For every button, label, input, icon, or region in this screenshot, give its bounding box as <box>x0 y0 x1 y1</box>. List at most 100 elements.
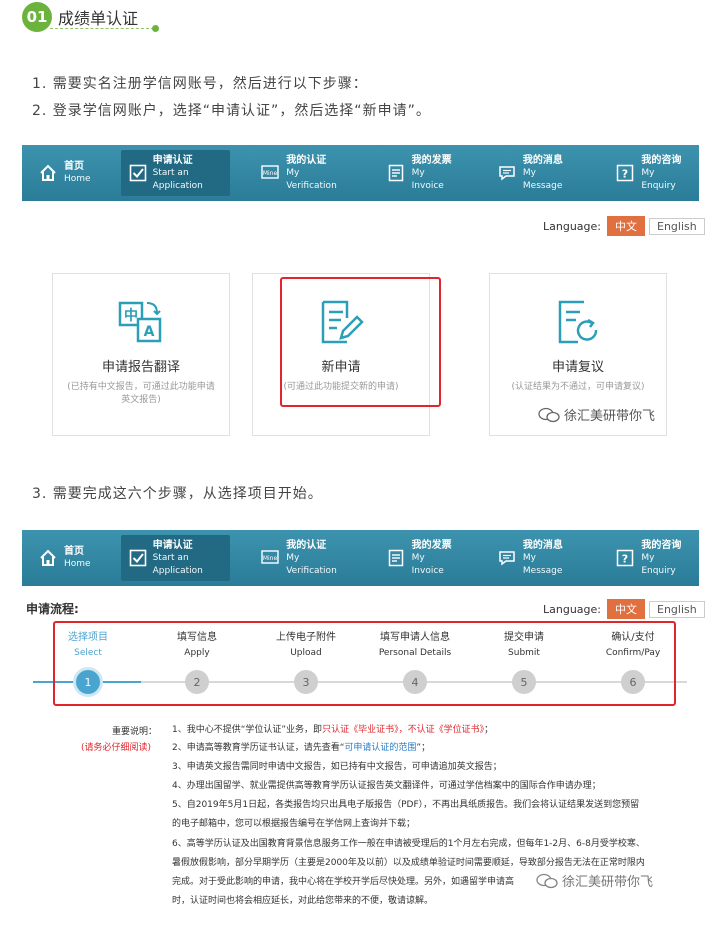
nav-label-application: 申请认证 <box>152 539 193 551</box>
nav-item-verification[interactable]: Mine 我的认证 My Verification <box>252 535 359 581</box>
watermark: 徐汇美研带你飞 <box>536 871 653 890</box>
nav-sublabel-message: My Message <box>522 552 563 576</box>
note-6b: 暑假放假影响，部分早期学历（主要是2000年及以前）以及成绩单验证时间需要顺延，… <box>172 858 645 868</box>
nav-label-message: 我的消息 <box>522 539 563 551</box>
nav-bar-top: 首页 Home 申请认证 Start an Application Mine 我的认… <box>22 145 699 201</box>
note-5b: 的电子邮箱中，您可以根据报告编号在学信网上查询并下载； <box>172 819 416 829</box>
language-option-english[interactable]: English <box>649 217 705 235</box>
note-5a: 5、自2019年5月1日起，各类报告均只出具电子版报告（PDF），不再出具纸质报… <box>172 800 640 810</box>
card-title: 申请复议 <box>551 360 604 375</box>
nav-item-enquiry[interactable]: ? 我的咨询 My Enquiry <box>608 535 699 581</box>
highlight-new-application <box>280 277 441 407</box>
nav-item-application[interactable]: 申请认证 Start an Application <box>120 535 231 581</box>
step-text-2: 2. 登录学信网账户，选择“申请认证”，然后选择“新申请”。 <box>32 103 431 119</box>
step-text-1: 1. 需要实名注册学信网账号，然后进行以下步骤： <box>32 76 368 92</box>
nav-sublabel-home: Home <box>64 559 91 569</box>
nav-item-verification[interactable]: Mine 我的认证 My Verification <box>252 150 359 196</box>
message-icon <box>497 548 517 568</box>
nav-label-message: 我的消息 <box>522 154 563 166</box>
nav-item-message[interactable]: 我的消息 My Message <box>489 535 585 581</box>
nav-sublabel-enquiry: My Enquiry <box>641 552 676 576</box>
nav-sublabel-message: My Message <box>522 167 563 191</box>
nav-sublabel-application: Start an Application <box>152 167 203 191</box>
section-number: 01 <box>22 2 52 32</box>
svg-text:?: ? <box>622 168 628 181</box>
message-icon <box>497 163 517 183</box>
nav-label-invoice: 我的发票 <box>411 539 452 551</box>
nav-label-invoice: 我的发票 <box>411 154 452 166</box>
nav-item-enquiry[interactable]: ? 我的咨询 My Enquiry <box>608 150 699 196</box>
note-text: ”； <box>416 743 431 753</box>
note-text: 1、我中心不提供“学位认证”业务，即 <box>172 725 323 735</box>
mine-icon: Mine <box>260 548 280 568</box>
wechat-icon <box>538 407 560 422</box>
step-text-3: 3. 需要完成这六个步骤，从选择项目开始。 <box>32 486 323 502</box>
scope-link[interactable]: 可申请认证的范围 <box>344 743 416 753</box>
home-icon <box>38 548 58 568</box>
note-2: 2、申请高等教育学历证书认证，请先查看“可申请认证的范围”； <box>172 742 692 755</box>
svg-text:A: A <box>144 324 155 340</box>
invoice-icon <box>386 548 406 568</box>
nav-label-home: 首页 <box>64 161 84 172</box>
wechat-icon <box>536 873 558 888</box>
svg-text:Mine: Mine <box>263 555 278 562</box>
section-title: 成绩单认证 <box>58 9 139 28</box>
notes-title: 重要说明： <box>112 727 158 737</box>
nav-item-message[interactable]: 我的消息 My Message <box>489 150 585 196</box>
home-icon <box>38 163 58 183</box>
nav-sublabel-invoice: My Invoice <box>411 167 444 191</box>
card-title: 申请报告翻译 <box>101 360 180 375</box>
watermark: 徐汇美研带你飞 <box>538 405 655 424</box>
nav-label-enquiry: 我的咨询 <box>641 154 682 166</box>
note-6a: 6、高等学历认证及出国教育背景信息服务工作一般在申请被受理后的1个月左右完成，但… <box>172 839 645 849</box>
note-4: 4、办理出国留学、就业需提供高等教育学历认证报告英文翻译件，可通过学信档案中的国… <box>172 781 601 791</box>
nav-item-application[interactable]: 申请认证 Start an Application <box>120 150 231 196</box>
svg-text:?: ? <box>622 553 628 566</box>
note-text: 2、申请高等教育学历证书认证，请先查看“ <box>172 743 345 753</box>
language-option-chinese[interactable]: 中文 <box>607 599 645 619</box>
language-option-english[interactable]: English <box>649 600 705 618</box>
card-description: (已持有中文报告，可通过此功能申请英文报告) <box>67 382 215 405</box>
nav-label-enquiry: 我的咨询 <box>641 539 682 551</box>
note-3: 3、申请英文报告需同时申请中文报告，如已持有中文报告，可申请追加英文报告； <box>172 762 502 772</box>
mine-icon: Mine <box>260 163 280 183</box>
svg-text:Mine: Mine <box>263 170 278 177</box>
question-icon: ? <box>616 548 636 568</box>
nav-sublabel-application: Start an Application <box>152 552 203 576</box>
nav-sublabel-verification: My Verification <box>286 552 337 576</box>
section-underline <box>50 28 154 29</box>
watermark-text: 徐汇美研带你飞 <box>562 875 654 890</box>
highlight-process-steps <box>53 621 676 706</box>
language-label: Language: <box>543 602 601 616</box>
language-switch: Language: 中文 English <box>543 216 705 236</box>
card-description: (认证结果为不通过，可申请复议) <box>511 382 645 392</box>
language-switch: Language: 中文 English <box>543 599 705 619</box>
language-label: Language: <box>543 219 601 233</box>
nav-item-home[interactable]: 首页 Home <box>30 535 99 581</box>
card-report-translation[interactable]: 中 A 申请报告翻译 (已持有中文报告，可通过此功能申请英文报告) <box>52 273 230 436</box>
watermark-text: 徐汇美研带你飞 <box>564 409 656 424</box>
note-text: ； <box>484 725 494 735</box>
svg-text:中: 中 <box>124 307 138 324</box>
nav-label-home: 首页 <box>64 546 84 557</box>
language-option-chinese[interactable]: 中文 <box>607 216 645 236</box>
nav-label-application: 申请认证 <box>152 154 193 166</box>
check-icon <box>129 163 147 183</box>
nav-item-home[interactable]: 首页 Home <box>30 150 99 196</box>
translate-icon: 中 A <box>117 298 165 346</box>
nav-item-invoice[interactable]: 我的发票 My Invoice <box>378 150 467 196</box>
section-dot <box>152 25 159 32</box>
note-1: 1、我中心不提供“学位认证”业务，即只认证《毕业证书》，不认证《学位证书》； <box>172 724 692 737</box>
check-icon <box>129 548 147 568</box>
notes-warning: (请务必仔细阅读) <box>81 743 152 753</box>
note-6d: 时，认证时间也将会相应延长，对此给您带来的不便，敬请谅解。 <box>172 896 434 906</box>
nav-sublabel-invoice: My Invoice <box>411 552 444 576</box>
invoice-icon <box>386 163 406 183</box>
nav-sublabel-home: Home <box>64 174 91 184</box>
nav-label-verification: 我的认证 <box>286 539 327 551</box>
nav-item-invoice[interactable]: 我的发票 My Invoice <box>378 535 467 581</box>
nav-bar-bottom: 首页 Home 申请认证 Start an Application Mine 我的认… <box>22 530 699 586</box>
nav-sublabel-verification: My Verification <box>286 167 337 191</box>
note-highlight: 只认证《毕业证书》，不认证《学位证书》 <box>322 725 485 735</box>
nav-sublabel-enquiry: My Enquiry <box>641 167 676 191</box>
